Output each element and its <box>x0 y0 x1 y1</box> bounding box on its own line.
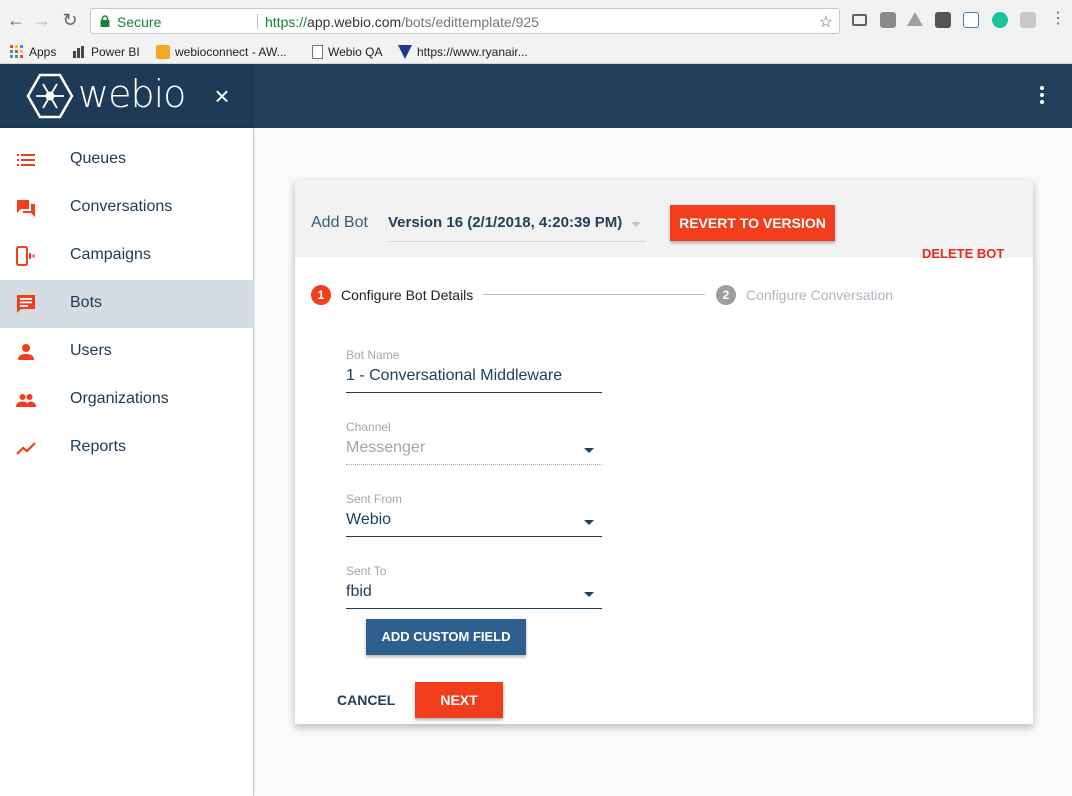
revert-to-version-button[interactable]: REVERT TO VERSION <box>670 205 835 241</box>
step-2-badge: 2 <box>716 285 736 305</box>
bookmark-webioconnect[interactable]: webioconnect - AW... <box>156 43 287 61</box>
browser-menu-icon[interactable]: ⋮ <box>1050 10 1066 28</box>
webio-logo-icon <box>26 73 74 119</box>
bookmark-label: webioconnect - AW... <box>175 45 287 59</box>
logo-text: webio <box>78 72 186 116</box>
sidebar-item-bots[interactable]: Bots <box>0 280 254 328</box>
sent-to-value: fbid <box>346 583 372 600</box>
sidebar-item-organizations[interactable]: Organizations <box>0 376 254 424</box>
url-path: /bots/edittemplate/925 <box>401 14 539 30</box>
cancel-button[interactable]: CANCEL <box>337 692 395 708</box>
extension-green-icon[interactable] <box>992 12 1008 28</box>
app-menu-icon[interactable] <box>1034 84 1050 108</box>
bookmark-label: Power BI <box>91 45 140 59</box>
drive-icon[interactable] <box>907 12 923 26</box>
sidebar-item-label: Bots <box>70 294 103 311</box>
list-icon <box>17 154 35 166</box>
extension-g-icon[interactable] <box>1020 12 1036 28</box>
browser-toolbar: ← → ↻ Secure https://app.webio.com/bots/… <box>0 0 1072 40</box>
person-icon <box>18 344 34 360</box>
secure-label: Secure <box>117 14 162 30</box>
bookmark-label: Apps <box>29 45 57 59</box>
sent-from-value: Webio <box>346 511 392 528</box>
add-custom-field-button[interactable]: ADD CUSTOM FIELD <box>366 619 526 655</box>
dropdown-arrow-icon <box>584 448 594 453</box>
sidebar: Queues Conversations Campaigns Bots User… <box>0 128 254 796</box>
sidebar-item-label: Users <box>70 342 112 359</box>
next-button[interactable]: NEXT <box>415 682 503 718</box>
close-sidebar-icon[interactable]: × <box>208 82 236 110</box>
step-1-label[interactable]: Configure Bot Details <box>341 287 473 303</box>
ryanair-icon <box>398 45 412 59</box>
bot-name-label: Bot Name <box>346 348 400 362</box>
bot-editor-card: Add Bot Version 16 (2/1/2018, 4:20:39 PM… <box>295 180 1033 724</box>
channel-label: Channel <box>346 420 391 434</box>
sidebar-item-conversations[interactable]: Conversations <box>0 184 254 232</box>
sidebar-item-label: Reports <box>70 438 127 455</box>
dropdown-arrow-icon <box>631 222 641 227</box>
sidebar-item-label: Queues <box>70 150 127 167</box>
page-icon <box>312 45 323 59</box>
sidebar-item-label: Conversations <box>70 198 173 215</box>
url-scheme: https:// <box>265 14 308 30</box>
address-bar[interactable]: Secure https://app.webio.com/bots/editte… <box>90 8 840 34</box>
back-icon[interactable]: ← <box>4 8 28 32</box>
extension-pocket-icon[interactable] <box>880 12 896 28</box>
chat-bubbles-icon <box>17 200 35 217</box>
bookmark-apps[interactable]: Apps <box>10 43 56 61</box>
url-host: app.webio.com <box>307 14 402 30</box>
sidebar-item-campaigns[interactable]: Campaigns <box>0 232 254 280</box>
stepper-connector <box>483 294 705 295</box>
aws-cube-icon <box>156 45 170 59</box>
extension-dots-icon[interactable] <box>935 12 951 28</box>
app-header: webio × <box>0 64 1072 128</box>
message-icon <box>17 295 35 313</box>
bookmark-ryanair[interactable]: https://www.ryanair... <box>398 43 528 61</box>
version-select-value: Version 16 (2/1/2018, 4:20:39 PM) <box>388 214 623 231</box>
dropdown-arrow-icon <box>584 520 594 525</box>
sent-to-label: Sent To <box>346 564 387 578</box>
version-select[interactable]: Version 16 (2/1/2018, 4:20:39 PM) <box>388 206 646 242</box>
bookmarks-bar: Apps Power BI webioconnect - AW... Webio… <box>0 40 1072 64</box>
bookmark-label: https://www.ryanair... <box>417 45 528 59</box>
step-2-label[interactable]: Configure Conversation <box>746 287 893 303</box>
sent-from-select[interactable]: Webio <box>346 507 602 537</box>
delete-bot-button[interactable]: DELETE BOT <box>922 246 1004 261</box>
powerbi-icon <box>73 46 84 58</box>
sidebar-item-reports[interactable]: Reports <box>0 424 254 472</box>
sent-to-select[interactable]: fbid <box>346 579 602 609</box>
bookmark-power-bi[interactable]: Power BI <box>72 43 140 61</box>
add-bot-label: Add Bot <box>311 214 368 231</box>
url-separator <box>257 14 258 29</box>
extension-w-icon[interactable] <box>963 12 979 28</box>
bookmark-webio-qa[interactable]: Webio QA <box>312 43 382 61</box>
phone-vibrate-icon <box>16 246 35 266</box>
bot-name-field[interactable]: 1 - Conversational Middleware <box>346 363 602 393</box>
channel-value: Messenger <box>346 439 426 456</box>
main-content: Add Bot Version 16 (2/1/2018, 4:20:39 PM… <box>255 128 1072 796</box>
bookmark-star-icon[interactable]: ☆ <box>819 12 833 32</box>
step-1-badge: 1 <box>311 285 331 305</box>
sidebar-item-label: Campaigns <box>70 246 151 263</box>
channel-select: Messenger <box>346 435 602 465</box>
sidebar-header: webio × <box>0 64 254 128</box>
dropdown-arrow-icon <box>584 592 594 597</box>
forward-icon[interactable]: → <box>30 8 54 32</box>
bookmark-label: Webio QA <box>328 45 383 59</box>
bot-name-value: 1 - Conversational Middleware <box>346 367 563 384</box>
sidebar-item-queues[interactable]: Queues <box>0 136 254 184</box>
cast-icon[interactable] <box>852 14 867 26</box>
url-text[interactable]: https://app.webio.com/bots/edittemplate/… <box>265 14 539 30</box>
trending-icon <box>16 442 36 455</box>
sent-from-label: Sent From <box>346 492 403 506</box>
apps-grid-icon <box>10 45 23 58</box>
people-icon <box>16 394 36 407</box>
sidebar-item-users[interactable]: Users <box>0 328 254 376</box>
sidebar-item-label: Organizations <box>70 390 169 407</box>
lock-icon <box>100 15 110 27</box>
reload-icon[interactable]: ↻ <box>58 8 82 32</box>
